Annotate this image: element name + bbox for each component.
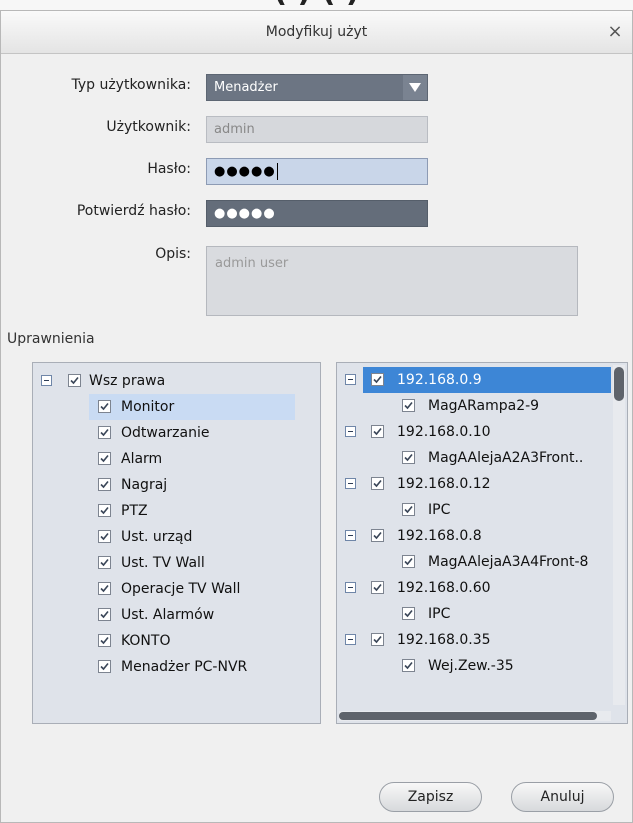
- permission-label: Nagraj: [121, 477, 168, 493]
- vertical-scrollbar[interactable]: [613, 365, 625, 705]
- confirm-password-value: ●●●●●: [214, 206, 276, 221]
- collapse-icon[interactable]: [345, 634, 356, 645]
- confirm-password-label: Potwierdź hasło:: [76, 203, 191, 219]
- horizontal-scrollbar-thumb[interactable]: [339, 712, 597, 720]
- permission-label: Ust. TV Wall: [121, 555, 205, 571]
- permission-label: Ust. Alarmów: [121, 607, 215, 623]
- permissions-tree: Wsz prawa Monitor Odtwarzanie Alarm Nagr…: [32, 362, 321, 724]
- dialog-titlebar: Modyfikuj użyt ×: [1, 11, 632, 54]
- device-ip: 192.168.0.12: [397, 476, 491, 492]
- confirm-password-field[interactable]: ●●●●●: [206, 200, 428, 227]
- checkbox-checked-icon[interactable]: [98, 426, 111, 439]
- permission-item[interactable]: Monitor: [89, 394, 295, 420]
- collapse-icon[interactable]: [345, 478, 356, 489]
- checkbox-checked-icon[interactable]: [402, 659, 415, 672]
- collapse-icon[interactable]: [345, 374, 356, 385]
- collapse-icon[interactable]: [345, 530, 356, 541]
- close-icon[interactable]: ×: [604, 21, 626, 43]
- description-value: admin user: [215, 256, 289, 271]
- dialog-title: Modyfikuj użyt: [265, 24, 368, 40]
- permission-label: Odtwarzanie: [121, 425, 210, 441]
- checkbox-checked-icon[interactable]: [402, 503, 415, 516]
- username-field[interactable]: admin: [206, 116, 428, 143]
- checkbox-checked-icon[interactable]: [371, 425, 384, 438]
- device-ip: 192.168.0.10: [397, 424, 491, 440]
- password-value: ●●●●●: [214, 164, 276, 179]
- permission-label: Operacje TV Wall: [121, 581, 241, 597]
- channel-label: Wej.Zew.-35: [428, 658, 514, 674]
- channel-label: IPC: [428, 502, 451, 518]
- checkbox-checked-icon[interactable]: [371, 529, 384, 542]
- cancel-button[interactable]: Anuluj: [511, 782, 614, 812]
- device-ip: 192.168.0.60: [397, 580, 491, 596]
- checkbox-checked-icon[interactable]: [98, 556, 111, 569]
- checkbox-checked-icon[interactable]: [98, 608, 111, 621]
- background-title-fragment: ( ) ( ): [0, 0, 633, 9]
- checkbox-checked-icon[interactable]: [98, 504, 111, 517]
- checkbox-checked-icon[interactable]: [371, 633, 384, 646]
- channel-label: MagARampa2-9: [428, 398, 540, 414]
- checkbox-checked-icon[interactable]: [98, 582, 111, 595]
- username-label: Użytkownik:: [106, 119, 191, 135]
- tree-node-label: Wsz prawa: [89, 373, 166, 389]
- permission-label: PTZ: [121, 503, 148, 519]
- checkbox-checked-icon[interactable]: [98, 478, 111, 491]
- collapse-icon[interactable]: [345, 582, 356, 593]
- checkbox-checked-icon[interactable]: [402, 555, 415, 568]
- save-button[interactable]: Zapisz: [379, 782, 482, 812]
- permission-label: Alarm: [121, 451, 163, 467]
- horizontal-scrollbar[interactable]: [339, 711, 611, 721]
- checkbox-checked-icon[interactable]: [402, 607, 415, 620]
- user-type-select[interactable]: Menadżer: [206, 74, 428, 101]
- user-type-label: Typ użytkownika:: [71, 77, 191, 93]
- channel-node[interactable]: MagAAlejaA2A3Front..: [393, 445, 611, 471]
- checkbox-checked-icon[interactable]: [68, 374, 81, 387]
- collapse-icon[interactable]: [41, 375, 52, 386]
- channel-node[interactable]: MagAAlejaA3A4Front-8: [393, 549, 611, 575]
- checkbox-checked-icon[interactable]: [98, 452, 111, 465]
- collapse-icon[interactable]: [345, 426, 356, 437]
- password-label: Hasło:: [147, 161, 191, 177]
- description-textarea[interactable]: admin user: [206, 246, 578, 316]
- permission-label: Monitor: [121, 399, 175, 415]
- permissions-section-label: Uprawnienia: [7, 331, 95, 347]
- checkbox-checked-icon[interactable]: [98, 660, 111, 673]
- devices-tree: 192.168.0.9 MagARampa2-9 192.168.0.10 Ma…: [336, 362, 628, 724]
- channel-label: IPC: [428, 606, 451, 622]
- tree-node-root[interactable]: Wsz prawa: [33, 368, 320, 394]
- checkbox-checked-icon[interactable]: [371, 477, 384, 490]
- permission-label: Ust. urząd: [121, 529, 193, 545]
- checkbox-checked-icon[interactable]: [98, 634, 111, 647]
- vertical-scrollbar-thumb[interactable]: [614, 367, 624, 401]
- background-window-strip: ( ) ( ): [0, 0, 633, 10]
- device-ip: 192.168.0.9: [397, 372, 482, 388]
- channel-label: MagAAlejaA2A3Front..: [428, 450, 584, 466]
- device-ip: 192.168.0.35: [397, 632, 491, 648]
- permission-label: Menadżer PC-NVR: [121, 659, 248, 675]
- checkbox-checked-icon[interactable]: [402, 451, 415, 464]
- device-ip: 192.168.0.8: [397, 528, 482, 544]
- modify-user-dialog: Modyfikuj użyt × Typ użytkownika: Menadż…: [0, 10, 633, 823]
- dropdown-arrow-icon[interactable]: [403, 75, 427, 100]
- username-value: admin: [214, 122, 255, 137]
- password-field[interactable]: ●●●●●: [206, 158, 428, 185]
- checkbox-checked-icon[interactable]: [371, 581, 384, 594]
- description-label: Opis:: [155, 246, 191, 262]
- text-cursor: [276, 163, 278, 180]
- checkbox-checked-icon[interactable]: [371, 373, 384, 386]
- checkbox-checked-icon[interactable]: [98, 400, 111, 413]
- checkbox-checked-icon[interactable]: [402, 399, 415, 412]
- permission-label: KONTO: [121, 633, 171, 649]
- channel-label: MagAAlejaA3A4Front-8: [428, 554, 589, 570]
- user-type-value: Menadżer: [214, 80, 278, 95]
- checkbox-checked-icon[interactable]: [98, 530, 111, 543]
